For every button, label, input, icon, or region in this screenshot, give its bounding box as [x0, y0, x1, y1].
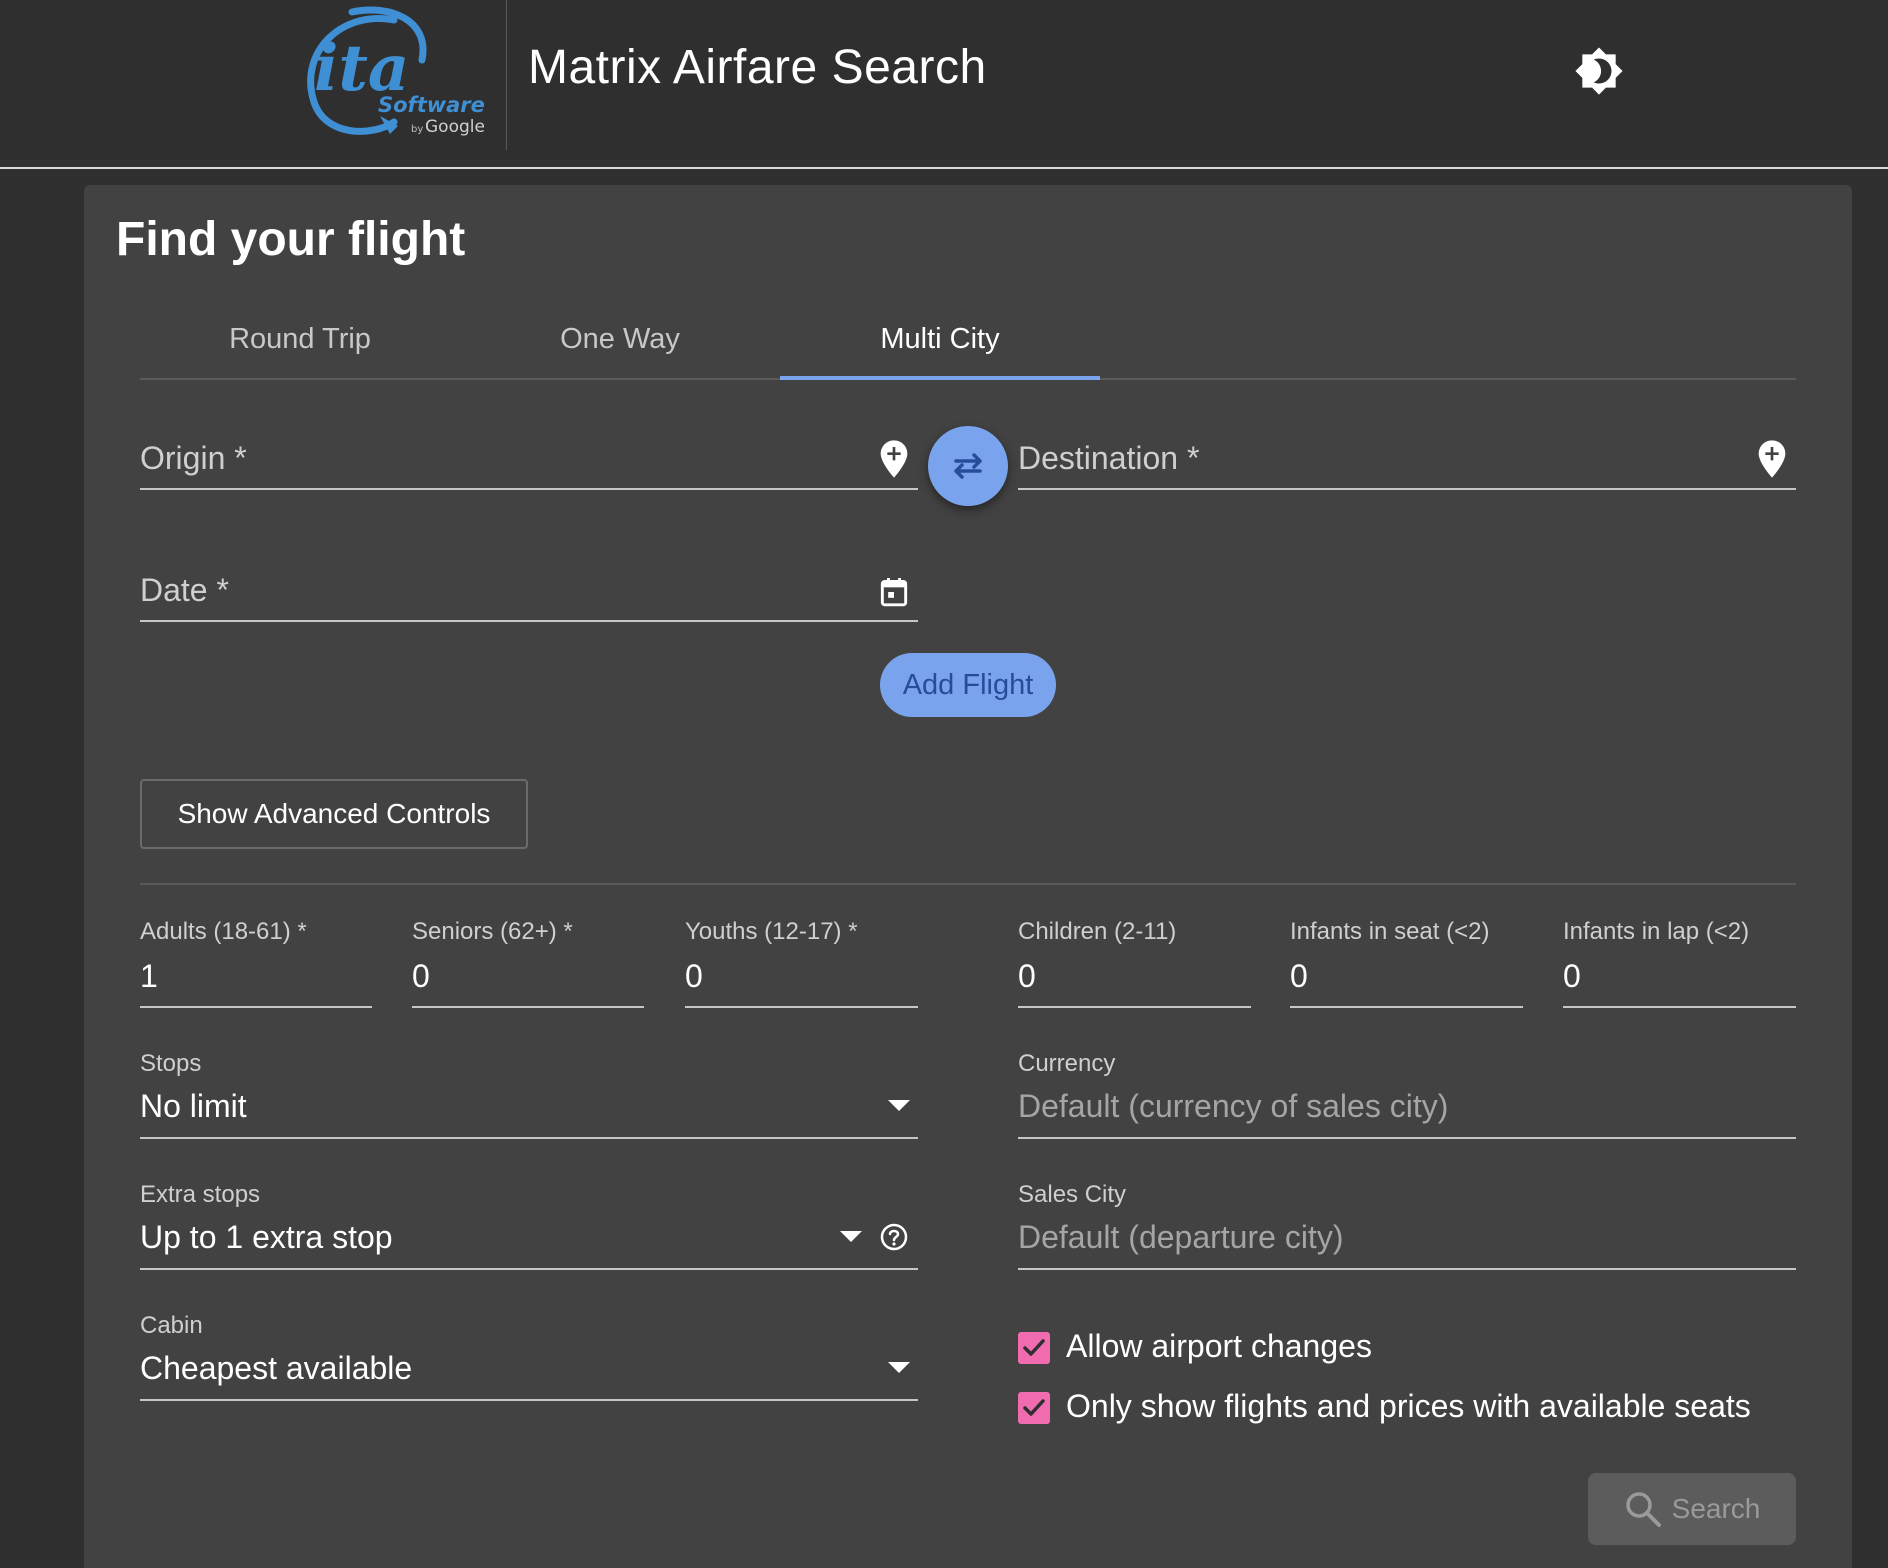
- infants-seat-value: 0: [1290, 958, 1308, 994]
- dropdown-arrow-icon: [888, 1362, 910, 1373]
- date-placeholder: Date *: [140, 572, 229, 608]
- checkmark-icon: [1023, 1399, 1045, 1416]
- currency-placeholder: Default (currency of sales city): [1018, 1088, 1449, 1124]
- sales-city-label: Sales City: [1018, 1181, 1127, 1208]
- cabin-select[interactable]: Cabin Cheapest available: [140, 1306, 918, 1401]
- ita-software-logo[interactable]: ita Software by Google: [294, 4, 490, 146]
- search-button[interactable]: Search: [1588, 1473, 1796, 1545]
- allow-airport-changes-checkbox[interactable]: [1018, 1332, 1050, 1364]
- svg-text:by: by: [411, 124, 423, 135]
- children-label: Children (2-11): [1018, 918, 1177, 945]
- svg-text:Google: Google: [425, 117, 485, 137]
- adults-label: Adults (18-61) *: [140, 918, 307, 945]
- show-advanced-controls-button[interactable]: Show Advanced Controls: [140, 779, 528, 849]
- cabin-value: Cheapest available: [140, 1350, 413, 1386]
- add-location-icon[interactable]: [1756, 438, 1788, 480]
- sales-city-placeholder: Default (departure city): [1018, 1219, 1344, 1255]
- cabin-label: Cabin: [140, 1312, 203, 1339]
- active-tab-indicator: [780, 376, 1100, 380]
- tab-round-trip[interactable]: Round Trip: [140, 300, 460, 378]
- origin-field[interactable]: Origin *: [140, 430, 918, 490]
- seniors-label: Seniors (62+) *: [412, 918, 573, 945]
- available-seats-label[interactable]: Only show flights and prices with availa…: [1066, 1388, 1751, 1425]
- brightness-icon[interactable]: [1574, 46, 1624, 96]
- tab-multi-city[interactable]: Multi City: [780, 300, 1100, 378]
- allow-airport-changes-label[interactable]: Allow airport changes: [1066, 1328, 1372, 1365]
- stops-value: No limit: [140, 1088, 247, 1124]
- currency-field[interactable]: Currency Default (currency of sales city…: [1018, 1044, 1796, 1139]
- infants-lap-field[interactable]: Infants in lap (<2) 0: [1563, 912, 1796, 1008]
- add-location-icon[interactable]: [878, 438, 910, 480]
- children-field[interactable]: Children (2-11) 0: [1018, 912, 1251, 1008]
- app-title: Matrix Airfare Search: [528, 41, 987, 94]
- page-title: Find your flight: [116, 213, 466, 266]
- svg-text:Software: Software: [378, 93, 485, 117]
- dropdown-arrow-icon: [888, 1100, 910, 1111]
- header-divider: [506, 0, 507, 150]
- destination-field[interactable]: Destination *: [1018, 430, 1796, 490]
- youths-label: Youths (12-17) *: [685, 918, 858, 945]
- help-icon[interactable]: [880, 1223, 908, 1251]
- tab-one-way[interactable]: One Way: [460, 300, 780, 378]
- extra-stops-label: Extra stops: [140, 1181, 261, 1208]
- trip-type-tabs: Round Trip One Way Multi City: [140, 300, 1796, 380]
- adults-field[interactable]: Adults (18-61) * 1: [140, 912, 372, 1008]
- infants-seat-field[interactable]: Infants in seat (<2) 0: [1290, 912, 1523, 1008]
- seniors-field[interactable]: Seniors (62+) * 0: [412, 912, 644, 1008]
- search-icon: [1625, 1492, 1661, 1527]
- extra-stops-value: Up to 1 extra stop: [140, 1219, 393, 1255]
- dropdown-arrow-icon: [840, 1231, 862, 1242]
- stops-select[interactable]: Stops No limit: [140, 1044, 918, 1139]
- children-value: 0: [1018, 958, 1036, 994]
- swap-origin-destination-button[interactable]: [928, 426, 1008, 506]
- youths-field[interactable]: Youths (12-17) * 0: [685, 912, 918, 1008]
- checkmark-icon: [1023, 1339, 1045, 1356]
- search-label: Search: [1671, 1493, 1761, 1524]
- seniors-value: 0: [412, 958, 430, 994]
- app-header: ita Software by Google Matrix Airfare Se…: [0, 0, 1888, 169]
- currency-label: Currency: [1018, 1050, 1116, 1077]
- infants-lap-label: Infants in lap (<2): [1563, 918, 1750, 945]
- section-divider: [140, 883, 1796, 885]
- youths-value: 0: [685, 958, 703, 994]
- sales-city-field[interactable]: Sales City Default (departure city): [1018, 1175, 1796, 1270]
- adults-value: 1: [140, 958, 158, 994]
- add-flight-button[interactable]: Add Flight: [880, 653, 1056, 717]
- origin-placeholder: Origin *: [140, 440, 247, 476]
- swap-arrows-icon: [954, 453, 982, 479]
- stops-label: Stops: [140, 1050, 202, 1077]
- extra-stops-select[interactable]: Extra stops Up to 1 extra stop: [140, 1175, 918, 1270]
- infants-seat-label: Infants in seat (<2): [1290, 918, 1490, 945]
- date-field[interactable]: Date *: [140, 560, 918, 622]
- available-seats-checkbox[interactable]: [1018, 1392, 1050, 1424]
- destination-placeholder: Destination *: [1018, 440, 1200, 476]
- infants-lap-value: 0: [1563, 958, 1581, 994]
- calendar-icon[interactable]: [880, 576, 908, 608]
